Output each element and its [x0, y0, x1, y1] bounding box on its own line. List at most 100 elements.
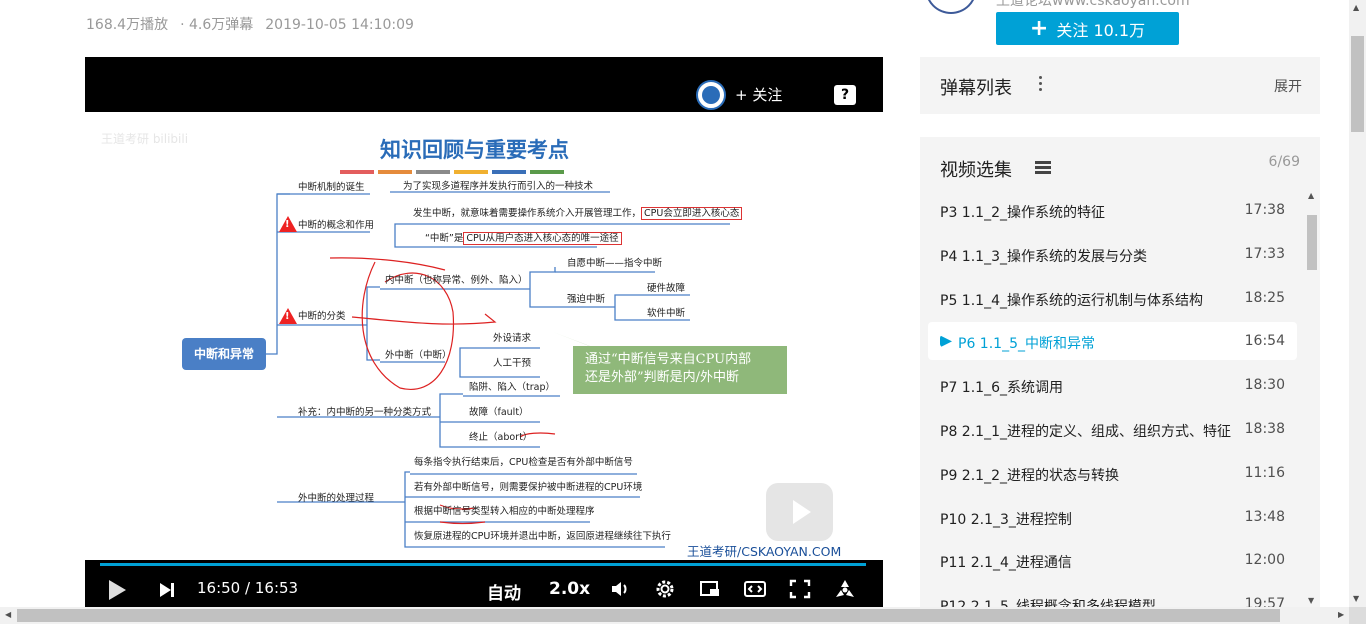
page-horizontal-scrollbar[interactable]: ◀ ▶: [0, 607, 1349, 624]
episode-scrollbar[interactable]: ▲ ▼: [1306, 191, 1318, 609]
warning-icon: !: [279, 308, 297, 324]
node-classify: 中断的分类: [298, 311, 346, 322]
settings-gear-icon[interactable]: [654, 579, 676, 599]
publish-date: 2019-10-05 14:10:09: [265, 17, 414, 33]
follow-label: 关注 10.1万: [1056, 20, 1146, 40]
node-concept-desc2: “中断”是 CPU从用户态进入核心态的唯一途径: [425, 232, 622, 245]
node-peripheral: 外设请求: [493, 333, 532, 344]
plus-icon: +: [1029, 15, 1049, 41]
danmaku-toggle-icon[interactable]: [834, 579, 856, 599]
node-external: 外中断（中断）: [385, 350, 452, 361]
episode-label: P5 1.1_4_操作系统的运行机制与体系结构: [940, 292, 1203, 309]
uploader-name[interactable]: 王道论坛www.cskaoyan.com: [996, 0, 1190, 10]
bilibili-tv-play-icon[interactable]: [766, 483, 833, 541]
episode-duration: 12:00: [1244, 552, 1285, 569]
video-meta: 168.4万播放 · 4.6万弹幕 2019-10-05 14:10:09: [86, 14, 426, 34]
player-follow-button[interactable]: + 关注: [735, 84, 782, 105]
next-episode-icon[interactable]: [160, 583, 174, 598]
episode-item[interactable]: P10 2.1_3_进程控制 13:48: [928, 498, 1297, 536]
episode-label: P10 2.1_3_进程控制: [940, 511, 1072, 528]
episode-item[interactable]: P4 1.1_3_操作系统的发展与分类 17:33: [928, 235, 1297, 273]
video-frame[interactable]: 王道考研 bilibili 知识回顾与重要考点 中断和异常 ! ! 中断机制的诞…: [85, 112, 883, 560]
episode-label: P11 2.1_4_进程通信: [940, 555, 1072, 572]
episode-item[interactable]: P7 1.1_6_系统调用 18:30: [928, 366, 1297, 404]
episode-item[interactable]: P9 2.1_2_进程的状态与转换 11:16: [928, 454, 1297, 492]
episode-item[interactable]: P12 2.1_5_线程概念和多线程模型 19:57: [928, 585, 1297, 607]
node-voluntary: 自愿中断——指令中断: [567, 258, 663, 269]
quality-button[interactable]: 自动: [487, 579, 521, 604]
time-display: 16:50 / 16:53: [197, 579, 299, 597]
node-forced: 强迫中断: [567, 294, 606, 305]
volume-icon[interactable]: [609, 579, 631, 599]
episode-label: P6 1.1_5_中断和异常: [958, 336, 1095, 353]
video-player[interactable]: + 关注 ? 王道考研 bilibili 知识回顾与重要考点 中断和异常 ! !…: [85, 57, 883, 608]
episode-item[interactable]: P3 1.1_2_操作系统的特征 17:38: [928, 191, 1297, 229]
mindmap-root: 中断和异常: [182, 338, 266, 370]
node-trap: 陷阱、陷入（trap）: [469, 382, 555, 393]
episode-label: P9 2.1_2_进程的状态与转换: [940, 467, 1119, 484]
list-view-icon[interactable]: [1035, 161, 1051, 174]
uploader-avatar-icon[interactable]: [696, 80, 726, 110]
play-count: 168.4万播放: [86, 17, 169, 33]
episode-duration: 18:38: [1244, 421, 1285, 437]
progress-bar[interactable]: [100, 563, 866, 566]
scrollbar-corner: [1349, 607, 1366, 624]
fullscreen-icon[interactable]: [789, 579, 811, 599]
node-concept: 中断的概念和作用: [298, 220, 375, 231]
now-playing-icon: [940, 335, 952, 348]
episode-list: P3 1.1_2_操作系统的特征 17:38 P4 1.1_3_操作系统的发展与分类…: [928, 191, 1297, 607]
node-abort: 终止（abort）: [469, 432, 533, 443]
expand-button[interactable]: 展开: [1274, 76, 1302, 96]
episode-duration: 16:54: [1244, 333, 1285, 350]
episode-duration: 11:16: [1244, 464, 1285, 481]
callout-note: 通过“中断信号来自CPU内部 还是外部”判断是内/外中断: [573, 346, 787, 394]
episode-label: P12 2.1_5_线程概念和多线程模型: [940, 596, 1240, 607]
episode-item[interactable]: P11 2.1_4_进程通信 12:00: [928, 541, 1297, 579]
node-step2: 若有外部中断信号，则需要保护被中断进程的CPU环境: [414, 482, 643, 493]
danmaku-title: 弹幕列表: [940, 78, 1012, 99]
play-icon[interactable]: [109, 580, 126, 600]
warning-icon: !: [279, 216, 297, 232]
node-fault: 故障（fault）: [469, 407, 529, 418]
page: 168.4万播放 · 4.6万弹幕 2019-10-05 14:10:09 + 关注…: [0, 0, 1366, 624]
follow-button[interactable]: + 关注 10.1万: [996, 12, 1179, 45]
node-supplement: 补充：内中断的另一种分类方式: [298, 407, 432, 418]
picture-in-picture-icon[interactable]: [699, 579, 721, 599]
widescreen-icon[interactable]: [744, 579, 766, 599]
node-internal: 内中断（也称异常、例外、陷入）: [385, 275, 528, 286]
node-hw-fault: 硬件故障: [647, 283, 686, 294]
episode-duration: 17:38: [1244, 202, 1285, 218]
node-birth: 中断机制的诞生: [298, 182, 365, 193]
node-process: 外中断的处理过程: [298, 493, 375, 504]
episode-panel: 视频选集 6/69 P3 1.1_2_操作系统的特征 17:38 P4 1.1_3_…: [920, 137, 1320, 617]
speed-button[interactable]: 2.0x: [549, 579, 590, 599]
episode-label: P3 1.1_2_操作系统的特征: [940, 205, 1105, 221]
node-step3: 根据中断信号类型转入相应的中断处理程序: [414, 506, 595, 517]
more-options-icon[interactable]: [1039, 76, 1043, 94]
danmaku-panel: 弹幕列表 展开: [920, 57, 1320, 114]
uploader-avatar[interactable]: [925, 0, 977, 14]
episode-duration: 13:48: [1244, 508, 1285, 525]
node-birth-desc: 为了实现多道程序并发执行而引入的一种技术: [403, 181, 594, 192]
node-sw-fault: 软件中断: [647, 308, 686, 319]
episode-duration: 19:57: [1244, 596, 1285, 607]
episode-label: P7 1.1_6_系统调用: [940, 380, 1063, 397]
page-vertical-scrollbar[interactable]: ▲ ▼: [1349, 0, 1366, 607]
episode-count: 6/69: [1268, 154, 1300, 170]
node-manual: 人工干预: [493, 358, 532, 369]
episode-item[interactable]: P8 2.1_1_进程的定义、组成、组织方式、特征 18:38: [928, 410, 1297, 448]
episode-item[interactable]: P5 1.1_4_操作系统的运行机制与体系结构 18:25: [928, 279, 1297, 317]
episode-item[interactable]: P6 1.1_5_中断和异常 16:54: [928, 322, 1297, 361]
help-icon[interactable]: ?: [834, 85, 856, 105]
player-controls: 16:50 / 16:53 自动 2.0x: [85, 569, 883, 608]
episode-label: P8 2.1_1_进程的定义、组成、组织方式、特征: [940, 424, 1231, 440]
node-step1: 每条指令执行结束后，CPU检查是否有外部中断信号: [414, 457, 633, 468]
node-step4: 恢复原进程的CPU环境并退出中断，返回原进程继续往下执行: [414, 531, 671, 542]
episode-label: P4 1.1_3_操作系统的发展与分类: [940, 248, 1147, 265]
episode-duration: 18:25: [1244, 289, 1285, 306]
danmaku-count: · 4.6万弹幕: [180, 17, 254, 33]
episode-title: 视频选集: [940, 160, 1012, 181]
site-watermark: 王道考研/CSKAOYAN.COM: [687, 544, 842, 559]
episode-duration: 18:30: [1244, 377, 1285, 394]
node-concept-desc1: 发生中断，就意味着需要操作系统介入开展管理工作， CPU会立即进入核心态: [413, 207, 743, 220]
